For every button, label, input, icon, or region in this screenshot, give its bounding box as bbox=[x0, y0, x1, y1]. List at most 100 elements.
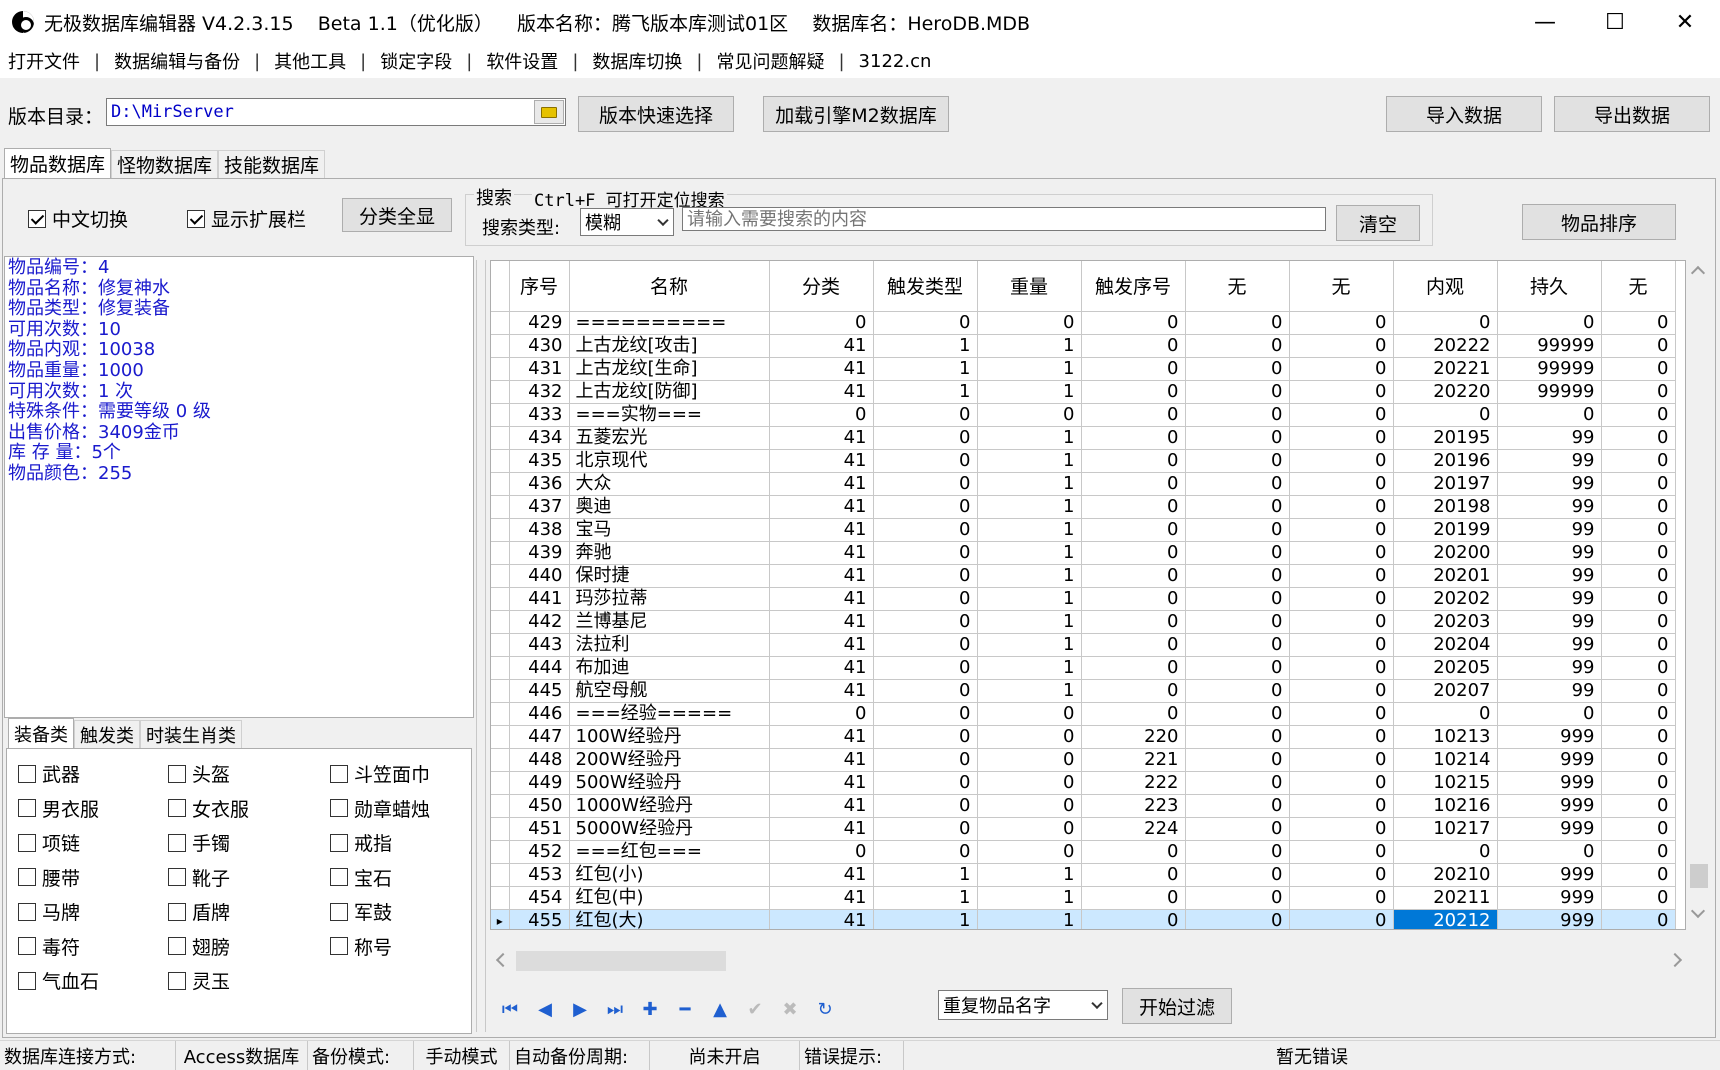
table-cell[interactable]: 0 bbox=[1289, 886, 1394, 910]
table-cell[interactable]: 99 bbox=[1497, 610, 1602, 634]
table-cell[interactable]: 999 bbox=[1497, 771, 1602, 795]
table-cell[interactable]: 0 bbox=[873, 794, 978, 818]
search-input[interactable] bbox=[682, 207, 1326, 231]
table-row[interactable]: 450 1000W经验丹 41 0 0 223 0 0 10216 999 0 bbox=[491, 794, 1676, 818]
table-cell[interactable]: 20202 bbox=[1393, 587, 1498, 611]
table-cell[interactable]: 0 bbox=[1081, 472, 1186, 496]
table-row[interactable]: 430 上古龙纹[攻击] 41 1 1 0 0 0 20222 99999 0 bbox=[491, 334, 1676, 358]
table-cell[interactable]: 99 bbox=[1497, 679, 1602, 703]
table-row[interactable]: 433 ===实物=== 0 0 0 0 0 0 0 0 0 bbox=[491, 403, 1676, 427]
table-cell[interactable]: 0 bbox=[1393, 840, 1498, 864]
table-cell[interactable]: 451 bbox=[509, 817, 570, 841]
table-cell[interactable]: 0 bbox=[1289, 679, 1394, 703]
nav-post-icon[interactable]: ✔ bbox=[743, 997, 767, 1021]
table-cell[interactable]: 奥迪 bbox=[569, 495, 770, 519]
table-cell[interactable]: 41 bbox=[769, 518, 874, 542]
row-indicator[interactable]: ▸ bbox=[491, 909, 510, 929]
table-cell[interactable]: 红包(小) bbox=[569, 863, 770, 887]
table-cell[interactable]: 1 bbox=[977, 886, 1082, 910]
table-cell[interactable]: 0 bbox=[1289, 771, 1394, 795]
table-cell[interactable]: 0 bbox=[1185, 380, 1290, 404]
table-cell[interactable]: 0 bbox=[977, 403, 1082, 427]
table-row[interactable]: 434 五菱宏光 41 0 1 0 0 0 20195 99 0 bbox=[491, 426, 1676, 450]
table-cell[interactable]: 222 bbox=[1081, 771, 1186, 795]
table-cell[interactable]: 0 bbox=[1185, 748, 1290, 772]
table-cell[interactable]: 1 bbox=[977, 656, 1082, 680]
table-cell[interactable]: 1 bbox=[977, 334, 1082, 358]
table-cell[interactable]: 221 bbox=[1081, 748, 1186, 772]
table-cell[interactable]: 0 bbox=[1601, 748, 1676, 772]
table-cell[interactable]: 0 bbox=[1185, 633, 1290, 657]
table-row[interactable]: 444 布加迪 41 0 1 0 0 0 20205 99 0 bbox=[491, 656, 1676, 680]
row-indicator[interactable] bbox=[491, 426, 510, 450]
scroll-down-icon[interactable] bbox=[1690, 903, 1706, 919]
table-cell[interactable]: 0 bbox=[873, 495, 978, 519]
table-cell[interactable]: 兰博基尼 bbox=[569, 610, 770, 634]
table-cell[interactable]: 0 bbox=[1289, 656, 1394, 680]
table-cell[interactable]: 0 bbox=[1081, 610, 1186, 634]
table-cell[interactable]: 0 bbox=[1601, 656, 1676, 680]
table-cell[interactable]: 玛莎拉蒂 bbox=[569, 587, 770, 611]
column-header[interactable]: 分类 bbox=[769, 261, 874, 312]
table-cell[interactable]: 0 bbox=[1081, 679, 1186, 703]
table-cell[interactable]: 1 bbox=[977, 679, 1082, 703]
category-checkbox[interactable]: 马牌 bbox=[18, 898, 80, 925]
table-cell[interactable]: 0 bbox=[1289, 633, 1394, 657]
table-cell[interactable]: 0 bbox=[873, 587, 978, 611]
table-cell[interactable]: 0 bbox=[1185, 702, 1290, 726]
table-cell[interactable]: 20195 bbox=[1393, 426, 1498, 450]
category-checkbox[interactable]: 女衣服 bbox=[168, 795, 249, 822]
tab-fashion-zodiac[interactable]: 时装生肖类 bbox=[140, 720, 242, 748]
table-cell[interactable]: 0 bbox=[1601, 334, 1676, 358]
table-cell[interactable]: 41 bbox=[769, 886, 874, 910]
table-cell[interactable]: 0 bbox=[1185, 403, 1290, 427]
scroll-thumb[interactable] bbox=[516, 951, 726, 971]
table-cell[interactable]: 0 bbox=[769, 403, 874, 427]
table-cell[interactable]: 1 bbox=[977, 518, 1082, 542]
table-cell[interactable]: 999 bbox=[1497, 748, 1602, 772]
row-indicator[interactable] bbox=[491, 886, 510, 910]
table-cell[interactable]: 1 bbox=[873, 886, 978, 910]
nav-last-icon[interactable]: ⏭ bbox=[603, 997, 627, 1021]
table-cell[interactable]: 上古龙纹[生命] bbox=[569, 357, 770, 381]
table-cell[interactable]: 0 bbox=[873, 610, 978, 634]
row-indicator[interactable] bbox=[491, 817, 510, 841]
table-cell[interactable]: 41 bbox=[769, 495, 874, 519]
row-indicator[interactable] bbox=[491, 311, 510, 335]
table-cell[interactable]: ========== bbox=[569, 311, 770, 335]
table-cell[interactable]: 大众 bbox=[569, 472, 770, 496]
table-cell[interactable]: 99 bbox=[1497, 518, 1602, 542]
table-cell[interactable]: 452 bbox=[509, 840, 570, 864]
table-cell[interactable]: 0 bbox=[977, 771, 1082, 795]
table-row[interactable]: 454 红包(中) 41 1 1 0 0 0 20211 999 0 bbox=[491, 886, 1676, 910]
table-cell[interactable]: 10216 bbox=[1393, 794, 1498, 818]
table-cell[interactable]: 0 bbox=[1289, 311, 1394, 335]
table-cell[interactable]: 1 bbox=[977, 541, 1082, 565]
cn-switch-checkbox[interactable]: 中文切换 bbox=[28, 205, 128, 232]
table-cell[interactable]: 0 bbox=[769, 702, 874, 726]
table-cell[interactable]: 0 bbox=[1601, 771, 1676, 795]
column-header[interactable]: 无 bbox=[1185, 261, 1290, 312]
table-row[interactable]: 440 保时捷 41 0 1 0 0 0 20201 99 0 bbox=[491, 564, 1676, 588]
table-cell[interactable]: 5000W经验丹 bbox=[569, 817, 770, 841]
table-cell[interactable]: 0 bbox=[1601, 817, 1676, 841]
table-cell[interactable]: 0 bbox=[1601, 357, 1676, 381]
column-header[interactable]: 内观 bbox=[1393, 261, 1498, 312]
table-row[interactable]: 446 ===经验===== 0 0 0 0 0 0 0 0 0 bbox=[491, 702, 1676, 726]
table-cell[interactable]: 438 bbox=[509, 518, 570, 542]
table-cell[interactable]: 20198 bbox=[1393, 495, 1498, 519]
table-cell[interactable]: 445 bbox=[509, 679, 570, 703]
table-row[interactable]: 435 北京现代 41 0 1 0 0 0 20196 99 0 bbox=[491, 449, 1676, 473]
table-cell[interactable]: 0 bbox=[1185, 334, 1290, 358]
table-cell[interactable]: 20212 bbox=[1393, 909, 1498, 929]
table-cell[interactable]: 航空母舰 bbox=[569, 679, 770, 703]
table-cell[interactable]: 1 bbox=[977, 495, 1082, 519]
row-indicator[interactable] bbox=[491, 656, 510, 680]
table-cell[interactable]: 41 bbox=[769, 794, 874, 818]
table-cell[interactable]: 20203 bbox=[1393, 610, 1498, 634]
table-cell[interactable]: 1 bbox=[977, 909, 1082, 929]
table-cell[interactable]: 20199 bbox=[1393, 518, 1498, 542]
table-cell[interactable]: 0 bbox=[1497, 311, 1602, 335]
table-cell[interactable]: 0 bbox=[873, 449, 978, 473]
table-cell[interactable]: 0 bbox=[1185, 357, 1290, 381]
